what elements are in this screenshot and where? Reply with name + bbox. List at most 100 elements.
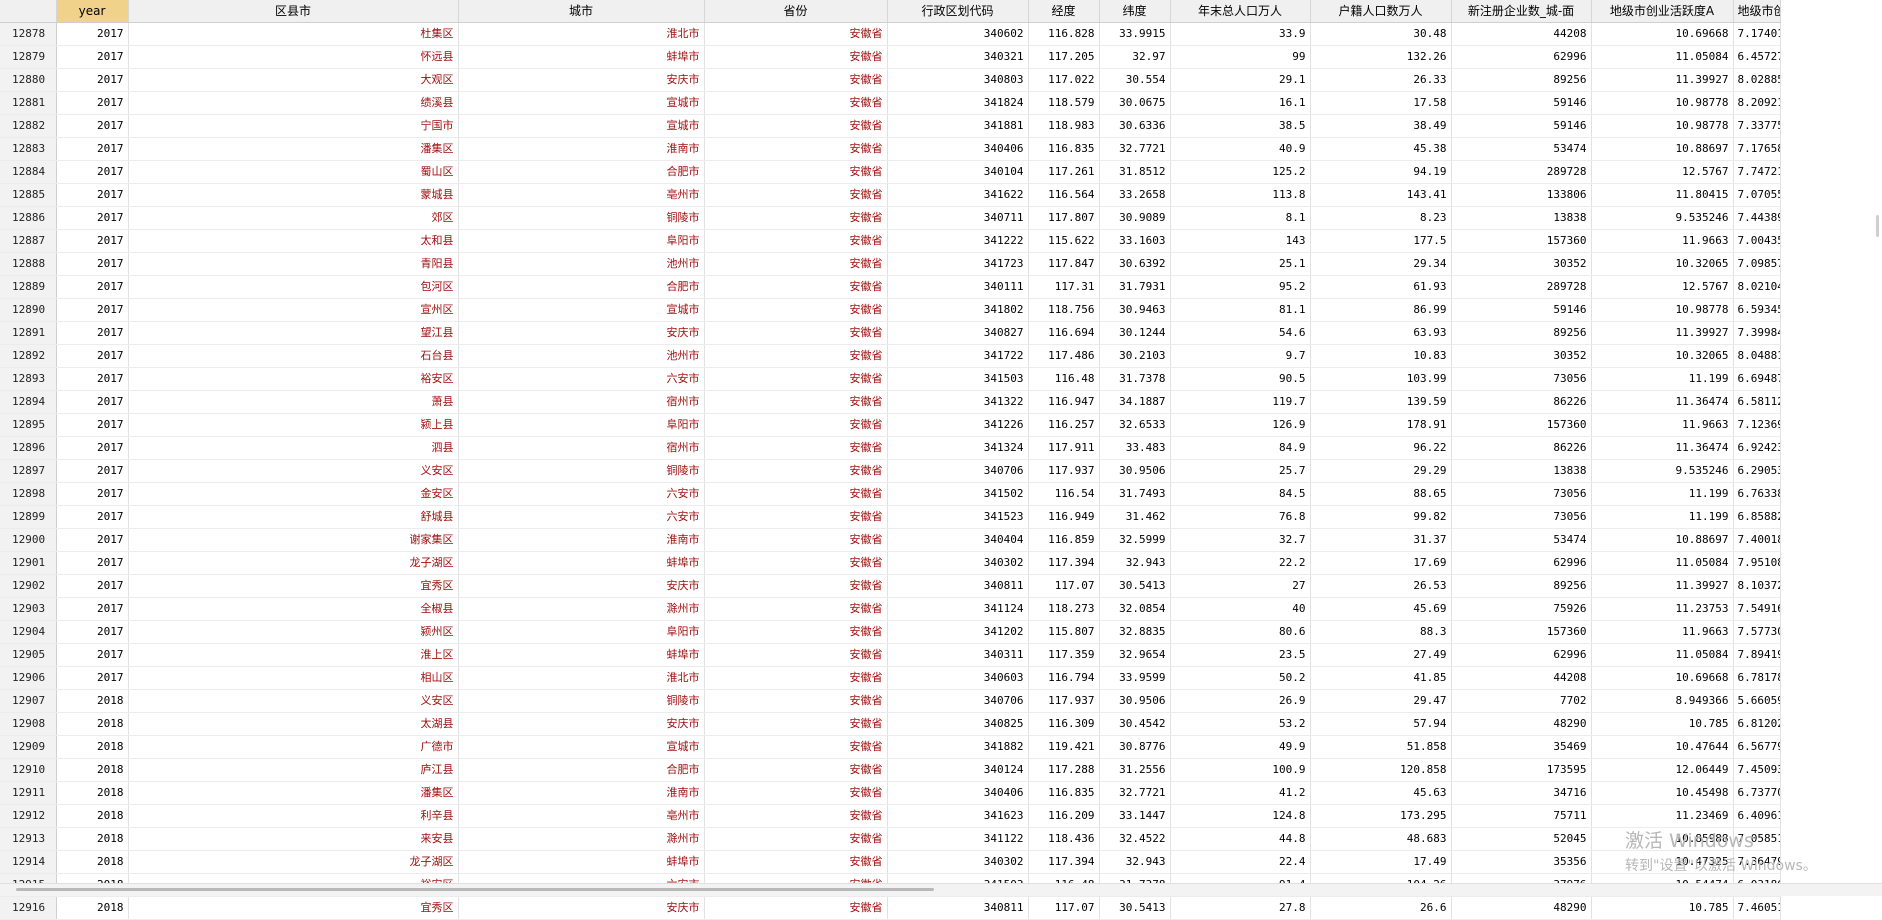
total-population-cell[interactable]: 27 [1170,574,1311,598]
city-cell[interactable]: 六安市 [458,505,705,529]
table-row[interactable]: 12909 2018 广德市 宣城市 安徽省 341882 119.421 30.8776 49… [0,735,1781,759]
latitude-cell[interactable]: 32.8835 [1099,620,1171,644]
latitude-cell[interactable]: 33.483 [1099,436,1171,460]
admin-code-cell[interactable]: 341882 [887,735,1029,759]
year-cell[interactable]: 2018 [56,758,129,782]
activity-b-cell[interactable]: 7.174013 [1733,22,1781,46]
longitude-cell[interactable]: 115.622 [1028,229,1100,253]
year-cell[interactable]: 2018 [56,804,129,828]
admin-code-cell[interactable]: 341503 [887,367,1029,391]
registered-population-cell[interactable]: 139.59 [1310,390,1452,414]
county-cell[interactable]: 蜀山区 [128,160,459,184]
activity-a-cell[interactable]: 9.535246 [1591,459,1734,483]
activity-b-cell[interactable]: 6.290538 [1733,459,1781,483]
province-cell[interactable]: 安徽省 [704,597,888,621]
year-cell[interactable]: 2017 [56,459,129,483]
county-cell[interactable]: 淮上区 [128,643,459,667]
county-cell[interactable]: 义安区 [128,689,459,713]
city-cell[interactable]: 淮南市 [458,528,705,552]
activity-b-cell[interactable]: 6.737704 [1733,781,1781,805]
admin-code-cell[interactable]: 341322 [887,390,1029,414]
activity-a-cell[interactable]: 11.9663 [1591,413,1734,437]
year-cell[interactable]: 2017 [56,114,129,138]
latitude-cell[interactable]: 30.6336 [1099,114,1171,138]
registered-population-cell[interactable]: 26.53 [1310,574,1452,598]
latitude-cell[interactable]: 32.7721 [1099,781,1171,805]
county-cell[interactable]: 宜秀区 [128,574,459,598]
county-cell[interactable]: 泗县 [128,436,459,460]
table-row[interactable]: 12914 2018 龙子湖区 蚌埠市 安徽省 340302 117.394 32.943 22… [0,850,1781,874]
table-row[interactable]: 12885 2017 蒙城县 亳州市 安徽省 341622 116.564 33.2658 11… [0,183,1781,207]
registered-population-cell[interactable]: 17.69 [1310,551,1452,575]
city-cell[interactable]: 宣城市 [458,735,705,759]
admin-code-cell[interactable]: 341723 [887,252,1029,276]
admin-code-cell[interactable]: 341124 [887,597,1029,621]
new-enterprises-cell[interactable]: 73056 [1451,367,1592,391]
city-cell[interactable]: 安庆市 [458,68,705,92]
activity-b-cell[interactable]: 7.747218 [1733,160,1781,184]
city-cell[interactable]: 蚌埠市 [458,643,705,667]
registered-population-cell[interactable]: 86.99 [1310,298,1452,322]
longitude-cell[interactable]: 118.579 [1028,91,1100,115]
city-cell[interactable]: 池州市 [458,344,705,368]
admin-code-cell[interactable]: 340706 [887,459,1029,483]
total-population-cell[interactable]: 40 [1170,597,1311,621]
county-cell[interactable]: 蒙城县 [128,183,459,207]
activity-b-cell[interactable]: 7.337757 [1733,114,1781,138]
new-enterprises-cell[interactable]: 75926 [1451,597,1592,621]
row-number[interactable]: 12898 [0,482,57,506]
column-header-latitude[interactable]: 纬度 [1099,0,1171,23]
county-cell[interactable]: 宁国市 [128,114,459,138]
county-cell[interactable]: 大观区 [128,68,459,92]
admin-code-cell[interactable]: 340706 [887,689,1029,713]
city-cell[interactable]: 铜陵市 [458,206,705,230]
county-cell[interactable]: 杜集区 [128,22,459,46]
table-row[interactable]: 12893 2017 裕安区 六安市 安徽省 341503 116.48 31.7378 90.… [0,367,1781,391]
row-number[interactable]: 12914 [0,850,57,874]
admin-code-cell[interactable]: 340311 [887,643,1029,667]
county-cell[interactable]: 太和县 [128,229,459,253]
registered-population-cell[interactable]: 143.41 [1310,183,1452,207]
activity-a-cell[interactable]: 10.98778 [1591,114,1734,138]
activity-a-cell[interactable]: 12.06449 [1591,758,1734,782]
latitude-cell[interactable]: 30.5413 [1099,896,1171,920]
total-population-cell[interactable]: 119.7 [1170,390,1311,414]
year-cell[interactable]: 2017 [56,183,129,207]
admin-code-cell[interactable]: 341623 [887,804,1029,828]
county-cell[interactable]: 望江县 [128,321,459,345]
data-grid[interactable]: year 区县市 城市 省份 行政区划代码 经度 纬度 年末总人口万人 户籍人口… [0,0,1781,920]
activity-a-cell[interactable]: 11.199 [1591,505,1734,529]
activity-a-cell[interactable]: 11.199 [1591,482,1734,506]
registered-population-cell[interactable]: 31.37 [1310,528,1452,552]
registered-population-cell[interactable]: 177.5 [1310,229,1452,253]
latitude-cell[interactable]: 30.9089 [1099,206,1171,230]
year-cell[interactable]: 2017 [56,91,129,115]
longitude-cell[interactable]: 117.394 [1028,850,1100,874]
year-cell[interactable]: 2018 [56,896,129,920]
registered-population-cell[interactable]: 41.85 [1310,666,1452,690]
total-population-cell[interactable]: 25.7 [1170,459,1311,483]
latitude-cell[interactable]: 30.5413 [1099,574,1171,598]
total-population-cell[interactable]: 50.2 [1170,666,1311,690]
total-population-cell[interactable]: 113.8 [1170,183,1311,207]
county-cell[interactable]: 舒城县 [128,505,459,529]
new-enterprises-cell[interactable]: 7702 [1451,689,1592,713]
activity-b-cell[interactable]: 7.443895 [1733,206,1781,230]
total-population-cell[interactable]: 41.2 [1170,781,1311,805]
admin-code-cell[interactable]: 340811 [887,574,1029,598]
total-population-cell[interactable]: 25.1 [1170,252,1311,276]
latitude-cell[interactable]: 32.6533 [1099,413,1171,437]
county-cell[interactable]: 裕安区 [128,367,459,391]
registered-population-cell[interactable]: 30.48 [1310,22,1452,46]
year-cell[interactable]: 2017 [56,160,129,184]
county-cell[interactable]: 义安区 [128,459,459,483]
year-cell[interactable]: 2018 [56,712,129,736]
table-row[interactable]: 12916 2018 宜秀区 安庆市 安徽省 340811 117.07 30.5413 27.… [0,896,1781,920]
year-cell[interactable]: 2017 [56,298,129,322]
admin-code-cell[interactable]: 341622 [887,183,1029,207]
latitude-cell[interactable]: 31.2556 [1099,758,1171,782]
total-population-cell[interactable]: 33.9 [1170,22,1311,46]
province-cell[interactable]: 安徽省 [704,390,888,414]
total-population-cell[interactable]: 84.9 [1170,436,1311,460]
table-row[interactable]: 12904 2017 颍州区 阜阳市 安徽省 341202 115.807 32.8835 80… [0,620,1781,644]
